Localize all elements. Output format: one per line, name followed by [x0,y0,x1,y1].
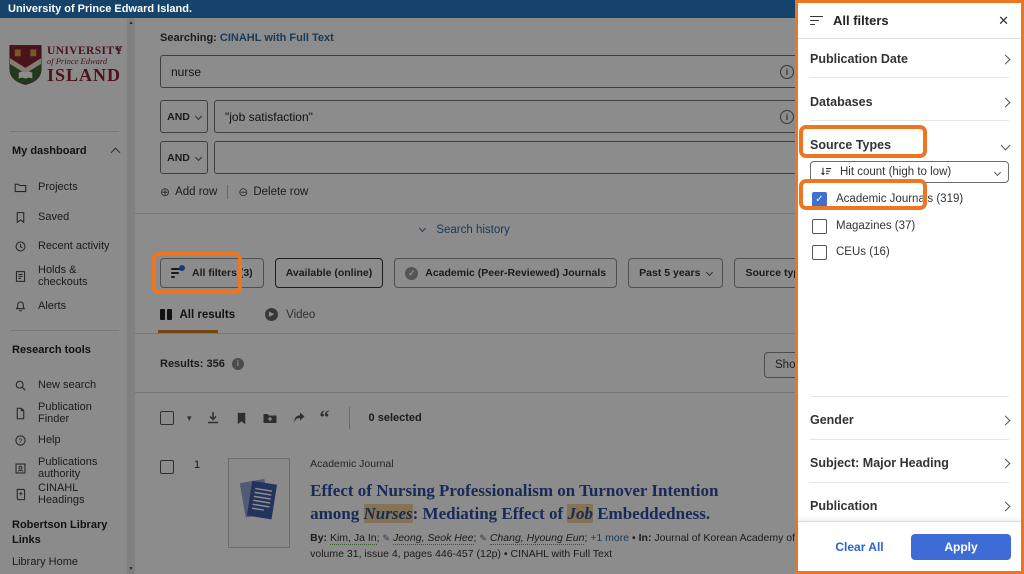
section-publication-date[interactable]: Publication Date [810,47,1009,71]
option-ceus[interactable]: CEUs (16) [812,242,1009,262]
section-subject-major-heading[interactable]: Subject: Major Heading [810,451,1009,475]
section-source-types[interactable]: Source Types [810,133,1009,157]
divider [810,120,1009,121]
chevron-down-icon [994,168,1001,175]
section-databases[interactable]: Databases [810,90,1009,114]
divider [810,396,1009,397]
section-publication[interactable]: Publication [810,494,1009,518]
all-filters-panel: All filters ✕ Publication Date Databases… [795,0,1024,574]
institution-title: University of Prince Edward Island. [8,3,192,15]
filters-icon [810,15,824,27]
chevron-right-icon [1001,97,1011,107]
section-gender[interactable]: Gender [810,408,1009,432]
panel-footer: Clear All Apply [798,521,1021,571]
chevron-right-icon [1001,415,1011,425]
sort-icon [819,166,833,178]
chevron-right-icon [1001,54,1011,64]
apply-button[interactable]: Apply [911,534,1011,560]
chevron-down-icon [1001,140,1011,150]
checkbox-unchecked[interactable] [812,245,827,260]
divider [810,439,1009,440]
modal-dim-overlay[interactable] [0,18,795,574]
hit-count-sort-dropdown[interactable]: Hit count (high to low) [810,161,1009,183]
chevron-right-icon [1001,501,1011,511]
checkbox-checked[interactable]: ✓ [812,192,827,207]
divider [810,77,1009,78]
option-academic-journals[interactable]: ✓ Academic Journals (319) [812,189,1009,209]
panel-header: All filters ✕ [798,3,1021,39]
checkbox-unchecked[interactable] [812,219,827,234]
clear-all-button[interactable]: Clear All [808,540,911,554]
chevron-right-icon [1001,458,1011,468]
panel-title: All filters [833,13,989,28]
option-magazines[interactable]: Magazines (37) [812,216,1009,236]
divider [810,482,1009,483]
close-icon[interactable]: ✕ [998,13,1009,29]
